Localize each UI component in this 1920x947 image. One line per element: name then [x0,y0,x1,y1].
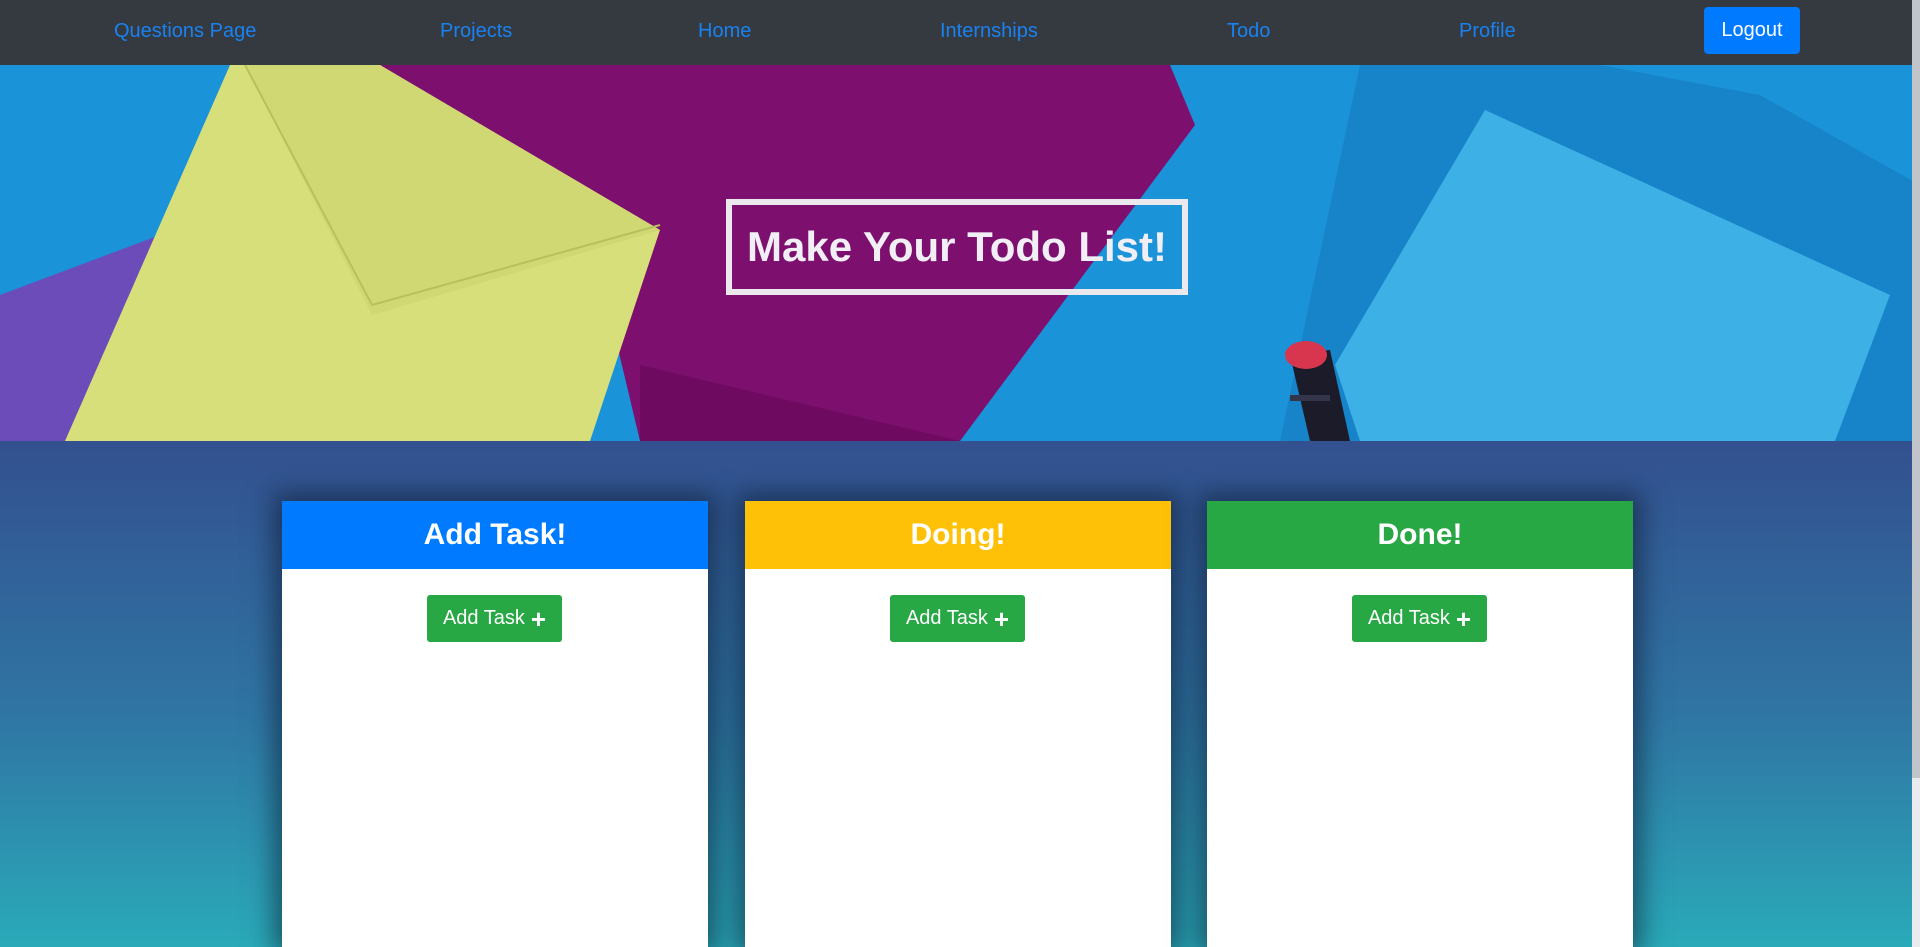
hero-title: Make Your Todo List! [746,223,1168,270]
plus-icon: + [993,603,1010,634]
add-task-button[interactable]: Add Task + [1352,595,1487,642]
nav-link-todo[interactable]: Todo [1227,20,1270,43]
logout-button[interactable]: Logout [1704,7,1800,54]
nav-link-questions-page[interactable]: Questions Page [114,20,256,43]
nav-link-profile[interactable]: Profile [1459,20,1516,43]
column-done: Done! Add Task + [1207,501,1633,947]
column-title: Doing! [910,518,1006,551]
nav-link-home[interactable]: Home [698,20,751,43]
add-task-button[interactable]: Add Task + [890,595,1025,642]
hero-banner: Make Your Todo List! [0,65,1920,441]
add-task-label: Add Task [1367,607,1450,629]
column-header: Done! [1207,501,1633,569]
scrollbar-thumb[interactable] [1912,0,1920,778]
column-header: Add Task! [282,501,708,569]
add-task-label: Add Task [442,607,525,629]
scrollbar-track[interactable] [1912,0,1920,947]
column-add-task: Add Task! Add Task + [282,501,708,947]
column-doing: Doing! Add Task + [745,501,1171,947]
column-body: Add Task + [745,569,1171,947]
add-task-button[interactable]: Add Task + [427,595,562,642]
add-task-label: Add Task [905,607,988,629]
column-title: Add Task! [423,518,567,551]
column-body: Add Task + [282,569,708,947]
plus-icon: + [530,603,547,634]
plus-icon: + [1455,603,1472,634]
navbar: Questions Page Projects Home Internships… [0,0,1920,65]
column-header: Doing! [745,501,1171,569]
nav-link-internships[interactable]: Internships [940,20,1038,43]
hero-title-frame: Make Your Todo List! [726,199,1188,295]
column-body: Add Task + [1207,569,1633,947]
column-title: Done! [1377,518,1463,551]
nav-link-projects[interactable]: Projects [440,20,512,43]
